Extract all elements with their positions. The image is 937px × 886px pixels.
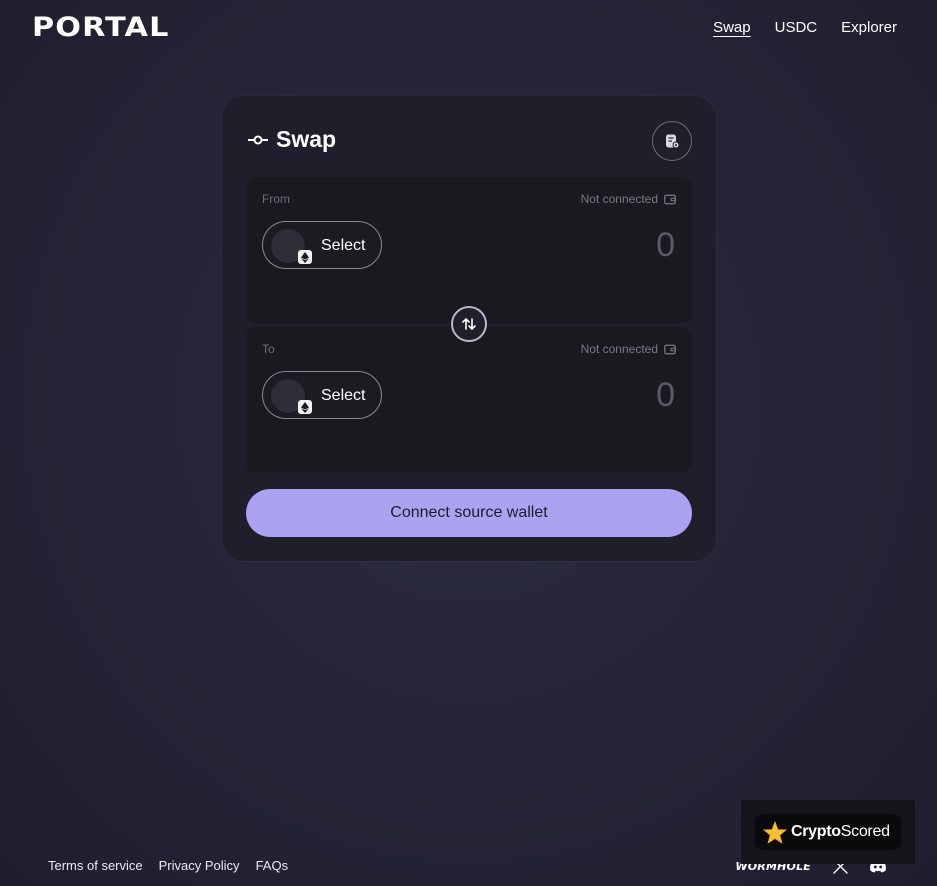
settings-icon bbox=[666, 134, 680, 149]
to-token-select[interactable]: Select bbox=[262, 371, 382, 419]
cryptoscored-badge: CryptoScored bbox=[741, 800, 915, 864]
nav-usdc[interactable]: USDC bbox=[775, 19, 818, 37]
nav-swap[interactable]: Swap bbox=[713, 19, 751, 37]
faqs-link[interactable]: FAQs bbox=[256, 858, 289, 873]
from-wallet-status[interactable]: Not connected bbox=[581, 192, 676, 206]
ethereum-icon bbox=[298, 400, 312, 414]
wallet-icon bbox=[664, 344, 676, 354]
swap-title-text: Swap bbox=[276, 126, 337, 152]
swap-title: Swap bbox=[248, 126, 336, 153]
cryptoscored-link[interactable]: CryptoScored bbox=[755, 814, 901, 850]
swap-arrows-icon bbox=[462, 318, 476, 330]
nav-explorer[interactable]: Explorer bbox=[841, 19, 897, 37]
to-status-text: Not connected bbox=[580, 342, 658, 356]
to-panel: To Not connected Select 0 bbox=[246, 327, 692, 473]
privacy-link[interactable]: Privacy Policy bbox=[159, 858, 240, 873]
to-wallet-status[interactable]: Not connected bbox=[581, 342, 676, 356]
route-icon bbox=[248, 135, 268, 144]
ethereum-icon bbox=[298, 250, 312, 264]
from-amount[interactable]: 0 bbox=[656, 228, 675, 262]
to-amount[interactable]: 0 bbox=[656, 378, 675, 412]
portal-logo[interactable]: PORTAL bbox=[32, 14, 169, 42]
footer-links: Terms of service Privacy Policy FAQs bbox=[48, 858, 288, 873]
from-panel: From Not connected Select 0 bbox=[246, 177, 692, 323]
from-token-select[interactable]: Select bbox=[262, 221, 382, 269]
wallet-icon bbox=[664, 194, 676, 204]
star-icon bbox=[763, 820, 787, 844]
swap-card: Swap From Not connected Select 0 To Not … bbox=[222, 96, 716, 561]
settings-button[interactable] bbox=[652, 121, 692, 161]
to-label: To bbox=[262, 342, 275, 356]
main-nav: Swap USDC Explorer bbox=[713, 19, 897, 37]
cryptoscored-text: CryptoScored bbox=[791, 823, 890, 840]
from-select-label: Select bbox=[321, 237, 366, 254]
connect-wallet-button[interactable]: Connect source wallet bbox=[246, 489, 692, 537]
terms-link[interactable]: Terms of service bbox=[48, 858, 143, 873]
from-status-text: Not connected bbox=[580, 192, 658, 206]
to-select-label: Select bbox=[321, 387, 366, 404]
swap-direction-button[interactable] bbox=[451, 306, 487, 342]
from-label: From bbox=[262, 192, 290, 206]
header: PORTAL Swap USDC Explorer bbox=[0, 0, 937, 56]
